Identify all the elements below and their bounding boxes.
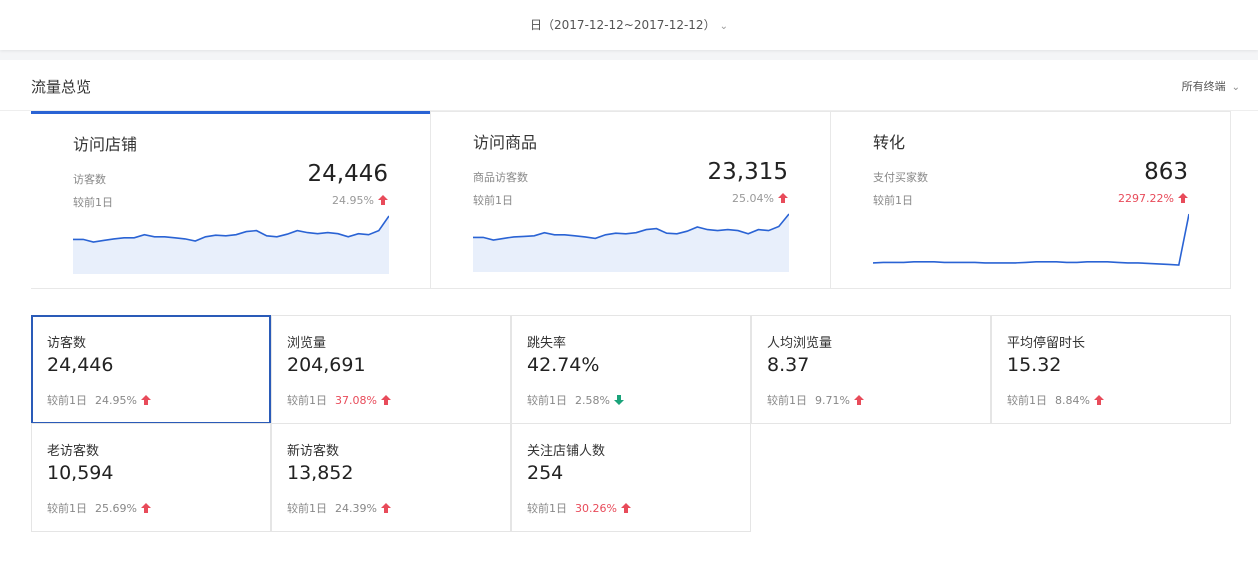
metric-value: 24,446 (47, 354, 114, 376)
metric-compare-label: 较前1日 (527, 502, 567, 515)
panel-title: 流量总览 (31, 78, 92, 96)
metric-compare: 较前1日 24.39% (287, 500, 391, 516)
card-value: 863 (1144, 159, 1188, 185)
metric-compare: 较前1日 9.71% (767, 392, 864, 408)
metric-value: 13,852 (287, 462, 354, 484)
metric-compare: 较前1日 30.26% (527, 500, 631, 516)
traffic-overview-panel: 流量总览 所有终端 ⌄ 访问店铺 访客数 较前1日 24,446 24.95% 访… (0, 60, 1258, 562)
metric-compare: 较前1日 2.58% (527, 392, 624, 408)
card-value: 24,446 (307, 161, 388, 187)
sparkline-chart (473, 213, 789, 272)
metric-value: 15.32 (1007, 354, 1062, 376)
metric-pct: 30.26% (575, 502, 617, 515)
metric-compare: 较前1日 8.84% (1007, 392, 1104, 408)
metric-compare-label: 较前1日 (767, 394, 807, 407)
card-pct: 24.95% (332, 194, 388, 207)
card-title: 访问商品 (473, 133, 538, 152)
metric-label: 人均浏览量 (767, 336, 833, 351)
arrow-up-icon (778, 193, 788, 203)
arrow-up-icon (380, 503, 391, 513)
sparkline-chart (873, 213, 1189, 266)
metric-label: 访客数 (47, 336, 87, 351)
card-pct-value: 24.95% (332, 194, 374, 207)
metric-value: 42.74% (527, 354, 600, 376)
sparkline-area (473, 214, 789, 272)
metric-visitors[interactable]: 访客数 24,446 较前1日 24.95% (31, 315, 271, 424)
card-conversion[interactable]: 转化 支付买家数 较前1日 863 2297.22% (830, 111, 1231, 289)
metric-compare: 较前1日 25.69% (47, 500, 151, 516)
card-pct-value: 25.04% (732, 192, 774, 205)
metric-new-visitors[interactable]: 新访客数 13,852 较前1日 24.39% (271, 423, 511, 532)
metric-pct: 9.71% (815, 394, 850, 407)
arrow-up-icon (620, 503, 631, 513)
metric-compare-label: 较前1日 (47, 394, 87, 407)
metric-pageviews[interactable]: 浏览量 204,691 较前1日 37.08% (271, 315, 511, 424)
card-title: 访问店铺 (73, 135, 138, 154)
metric-compare-label: 较前1日 (287, 394, 327, 407)
card-sub-label: 商品访客数 (473, 171, 528, 184)
terminal-selector[interactable]: 所有终端 ⌄ (1182, 78, 1240, 94)
arrow-down-icon (613, 395, 624, 405)
arrow-up-icon (1178, 193, 1188, 203)
chevron-down-icon: ⌄ (1231, 82, 1240, 93)
arrow-up-icon (1093, 395, 1104, 405)
arrow-up-icon (140, 503, 151, 513)
metric-pct: 25.69% (95, 502, 137, 515)
card-value: 23,315 (707, 159, 788, 185)
sparkline-chart (73, 215, 389, 274)
metric-value: 10,594 (47, 462, 114, 484)
metric-bounce-rate[interactable]: 跳失率 42.74% 较前1日 2.58% (511, 315, 751, 424)
terminal-label: 所有终端 (1181, 80, 1226, 93)
date-range-selector[interactable]: 日（2017-12-12~2017-12-12） ⌄ (0, 16, 1258, 33)
arrow-up-icon (380, 395, 391, 405)
arrow-up-icon (140, 395, 151, 405)
metric-compare: 较前1日 24.95% (47, 392, 151, 408)
metric-pct: 24.95% (95, 394, 137, 407)
card-title: 转化 (873, 133, 906, 152)
metric-compare: 较前1日 37.08% (287, 392, 391, 408)
card-pct: 25.04% (732, 192, 788, 205)
metric-compare-label: 较前1日 (47, 502, 87, 515)
metric-value: 204,691 (287, 354, 366, 376)
metric-compare-label: 较前1日 (1007, 394, 1047, 407)
metric-shop-followers[interactable]: 关注店铺人数 254 较前1日 30.26% (511, 423, 751, 532)
metric-returning-visitors[interactable]: 老访客数 10,594 较前1日 25.69% (31, 423, 271, 532)
metric-avg-pageviews[interactable]: 人均浏览量 8.37 较前1日 9.71% (751, 315, 991, 424)
metric-label: 浏览量 (287, 336, 327, 351)
metric-compare-label: 较前1日 (527, 394, 567, 407)
arrow-up-icon (853, 395, 864, 405)
card-pct: 2297.22% (1118, 192, 1188, 205)
card-sub-label: 支付买家数 (873, 171, 928, 184)
card-sub-label: 访客数 (73, 173, 106, 186)
top-bar: 日（2017-12-12~2017-12-12） ⌄ (0, 0, 1258, 50)
metric-value: 254 (527, 462, 564, 484)
card-pct-value: 2297.22% (1118, 192, 1174, 205)
metric-pct: 24.39% (335, 502, 377, 515)
metric-label: 平均停留时长 (1007, 336, 1086, 351)
metric-pct: 37.08% (335, 394, 377, 407)
card-visit-product[interactable]: 访问商品 商品访客数 较前1日 23,315 25.04% (430, 111, 831, 289)
arrow-up-icon (378, 195, 388, 205)
sparkline-area (73, 216, 389, 274)
metric-value: 8.37 (767, 354, 810, 376)
metric-label: 老访客数 (47, 444, 100, 459)
metric-avg-stay-time[interactable]: 平均停留时长 15.32 较前1日 8.84% (991, 315, 1231, 424)
metric-label: 跳失率 (527, 336, 567, 351)
metric-label: 新访客数 (287, 444, 340, 459)
date-range-text: 日（2017-12-12~2017-12-12） (530, 18, 716, 32)
chevron-down-icon: ⌄ (719, 21, 728, 32)
sparkline-line (873, 213, 1189, 266)
metric-pct: 2.58% (575, 394, 610, 407)
metric-pct: 8.84% (1055, 394, 1090, 407)
card-visit-shop[interactable]: 访问店铺 访客数 较前1日 24,446 24.95% (31, 111, 431, 289)
metric-compare-label: 较前1日 (287, 502, 327, 515)
metric-label: 关注店铺人数 (527, 444, 606, 459)
